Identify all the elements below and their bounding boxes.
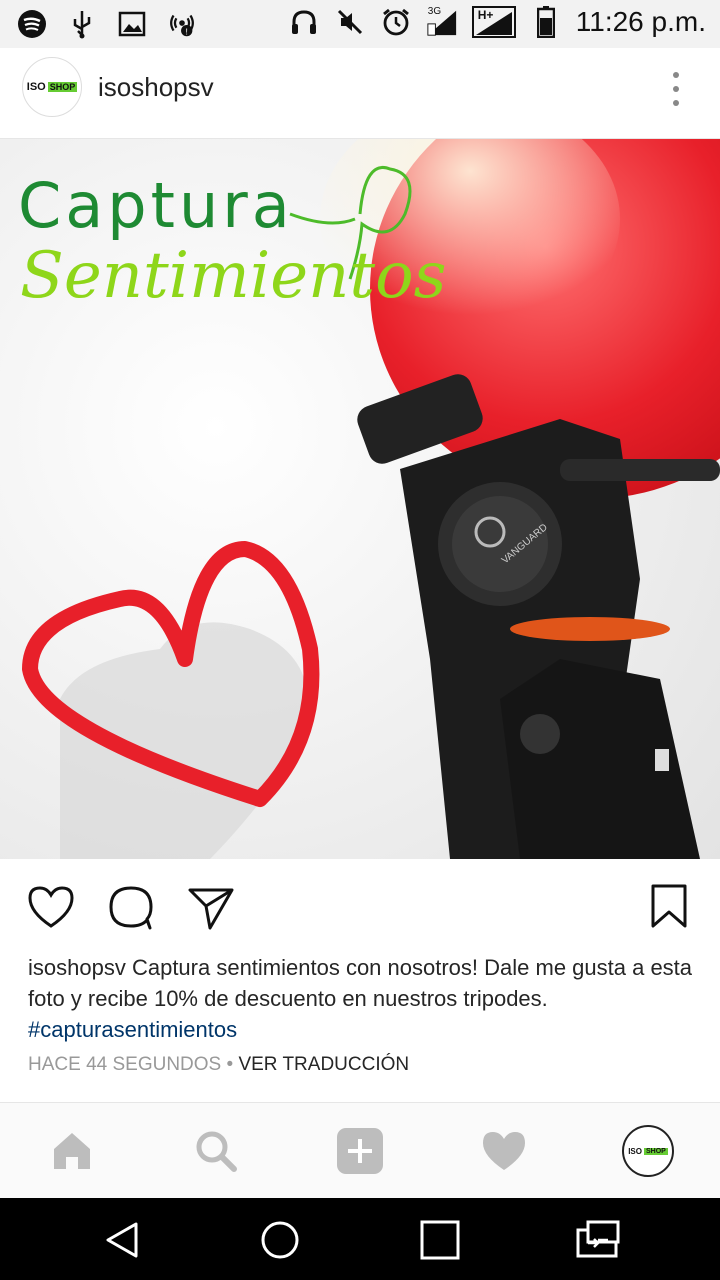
post-actions [0, 860, 720, 950]
nav-logo-shop: SHOP [643, 1147, 668, 1155]
post-image[interactable]: VANGUARD Captura Sentimientos [0, 139, 720, 859]
bookmark-icon[interactable] [644, 882, 694, 932]
nav-isoshop-logo: ISO SHOP [628, 1147, 668, 1156]
caption-username[interactable]: isoshopsv [28, 955, 126, 980]
signal-hplus-icon: H+ [471, 6, 516, 38]
home-icon[interactable] [46, 1125, 98, 1177]
alarm-icon [380, 6, 412, 38]
share-icon[interactable] [186, 882, 236, 932]
logo-iso-text: ISO [26, 81, 46, 93]
avatar[interactable]: ISO SHOP [22, 57, 82, 117]
more-options-icon[interactable] [668, 72, 684, 106]
status-bar: ! 3G H+ 11:26 p.m. [0, 0, 720, 48]
profile-avatar[interactable]: ISO SHOP [622, 1125, 674, 1177]
post-caption: isoshopsv Captura sentimientos con nosot… [28, 952, 698, 1045]
headphones-icon [288, 6, 320, 38]
network-label-hplus: H+ [477, 8, 494, 22]
post-header: ISO SHOP isoshopsv [0, 48, 720, 139]
like-icon[interactable] [26, 882, 76, 932]
nav-logo-iso: ISO [628, 1146, 642, 1156]
post-meta: HACE 44 SEGUNDOS • VER TRADUCCIÓN [28, 1054, 409, 1076]
usb-icon [66, 8, 98, 40]
svg-text:!: ! [186, 26, 188, 36]
mute-icon [334, 6, 366, 38]
status-time: 11:26 p.m. [575, 6, 706, 37]
spotify-icon [16, 8, 48, 40]
search-icon[interactable] [190, 1125, 242, 1177]
meta-separator: • [221, 1054, 239, 1075]
caption-text: Captura sentimientos con nosotros! Dale … [28, 955, 693, 1011]
post-username[interactable]: isoshopsv [98, 72, 214, 103]
isoshop-logo: ISO SHOP [26, 81, 78, 93]
comment-icon[interactable] [106, 882, 156, 932]
screen-rotate-icon[interactable] [574, 1218, 620, 1262]
recents-icon[interactable] [418, 1218, 462, 1262]
image-icon [116, 8, 148, 40]
logo-shop-text: SHOP [47, 82, 78, 92]
home-button-icon[interactable] [258, 1218, 302, 1262]
image-headline-captura: Captura [18, 169, 294, 242]
signal-3g-icon: 3G [426, 6, 458, 38]
post-time-ago: HACE 44 SEGUNDOS [28, 1054, 222, 1075]
activity-icon[interactable] [478, 1125, 530, 1177]
translate-link[interactable]: VER TRADUCCIÓN [238, 1054, 409, 1075]
image-headline-sentimientos: Sentimientos [20, 239, 447, 313]
back-icon[interactable] [100, 1218, 144, 1262]
add-icon[interactable] [334, 1125, 386, 1177]
bottom-navigation: ISO SHOP [0, 1102, 720, 1199]
caption-hashtag[interactable]: #capturasentimientos [28, 1014, 698, 1045]
wifi-hotspot-icon: ! [166, 8, 198, 40]
network-label-3g: 3G [427, 6, 442, 17]
system-navigation-bar [0, 1198, 720, 1280]
battery-icon [530, 6, 562, 38]
